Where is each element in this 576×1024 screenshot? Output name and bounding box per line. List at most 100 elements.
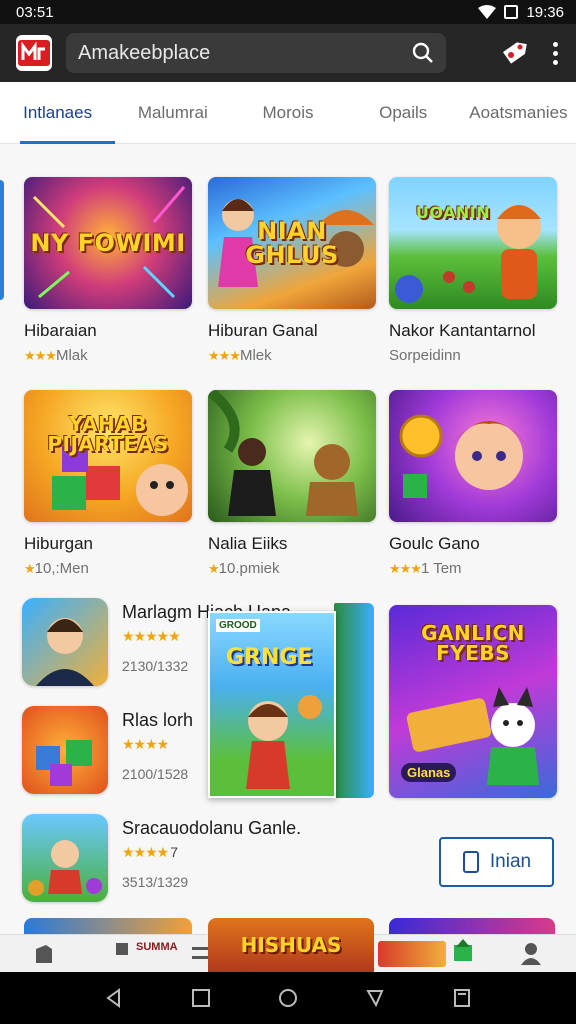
adventure-art <box>28 840 102 896</box>
rating-stars: ★★★ <box>389 561 422 576</box>
appbar-actions <box>499 38 564 69</box>
app-icon[interactable] <box>22 598 108 686</box>
game-thumbnail[interactable]: NY FOWIMI <box>24 177 192 309</box>
app-logo[interactable] <box>16 35 52 71</box>
lock-icon[interactable] <box>114 939 130 959</box>
menu-icon[interactable] <box>192 947 208 959</box>
app-icon[interactable] <box>22 814 108 902</box>
promo-card[interactable]: GANLICN FYEBS Glanas <box>389 605 557 798</box>
game-shelf-icon[interactable] <box>378 941 446 967</box>
battery-icon <box>504 5 519 19</box>
game-card[interactable]: NY FOWIMI Hibaraian ★★★Mlak <box>24 177 192 364</box>
game-name: Hiburgan <box>24 534 93 553</box>
game-name: Nalia Eiiks <box>208 534 288 553</box>
status-clock: 19:36 <box>526 3 564 21</box>
tab-morois[interactable]: Morois <box>230 82 345 144</box>
marketplace-screen: 03:51 19:36 Amakeebplace Intlanaes Malum… <box>0 0 576 1024</box>
search-icon[interactable] <box>412 42 434 64</box>
tab-malumrai[interactable]: Malumrai <box>115 82 230 144</box>
game-rating: ★10.pmiek <box>208 560 376 577</box>
back-icon[interactable] <box>103 987 125 1009</box>
game-name: Hiburan Ganal <box>208 321 318 340</box>
install-button[interactable]: Inian <box>439 837 554 887</box>
game-thumbnail[interactable] <box>389 390 557 522</box>
game-card[interactable]: UOANIN Nakor Kantantarnol Sorpeidinn <box>389 177 557 364</box>
game-thumbnail[interactable]: UOANIN <box>389 177 557 309</box>
device-icon <box>462 851 479 873</box>
game-subtitle: Mlak <box>55 347 88 364</box>
rating-number: 7 <box>170 844 178 860</box>
box-label: GRNGE <box>226 645 313 670</box>
promo-subtitle: Glanas <box>401 763 457 782</box>
list-item-name: Sracauodolanu Ganle. <box>122 818 302 838</box>
game-rating: ★★★Mlak <box>24 347 192 364</box>
game-thumbnail[interactable]: NIAN GHLUS <box>208 177 376 309</box>
square-icon[interactable] <box>190 987 212 1009</box>
tab-intlanaes[interactable]: Intlanaes <box>0 82 116 144</box>
rating-stars: ★★★★ <box>122 736 169 752</box>
overview-icon[interactable] <box>451 987 473 1009</box>
list-item-meta: 3513/1329 <box>122 874 189 890</box>
thumbnail-title: UOANIN <box>415 203 491 222</box>
logo-icon <box>18 40 50 66</box>
tag-icon[interactable] <box>499 38 529 68</box>
download-icon[interactable] <box>452 939 474 963</box>
rating-stars: ★★★ <box>24 348 57 363</box>
thumbnail-title: YAHAB PIJARTEAS <box>47 412 169 456</box>
game-name: Goulc Gano <box>389 534 480 553</box>
game-thumbnail[interactable]: YAHAB PIJARTEAS <box>24 390 192 522</box>
partial-card-center[interactable]: HISHUAS <box>208 918 374 972</box>
install-button-label: Inian <box>489 851 532 872</box>
promo-thumbnail[interactable]: GANLICN FYEBS Glanas <box>389 605 557 798</box>
more-options-icon[interactable] <box>547 38 564 69</box>
rating-stars: ★ <box>24 561 36 576</box>
list-item-meta: 2130/1332 <box>122 658 189 674</box>
wifi-icon <box>478 5 497 19</box>
tab-aoatsmanies[interactable]: Aoatsmanies <box>461 82 576 144</box>
rating-stars: ★ <box>208 561 220 576</box>
game-subtitle: 1 Tem <box>420 560 462 577</box>
girl-art <box>399 414 527 498</box>
search-input[interactable] <box>78 41 398 65</box>
game-subtitle: Mlek <box>239 347 272 364</box>
game-subtitle: 10,:Men <box>34 560 89 577</box>
game-card[interactable]: Nalia Eiiks ★10.pmiek <box>208 390 376 577</box>
game-rating: ★★★Mlek <box>208 347 376 364</box>
game-rating: ★★★1 Tem <box>389 560 557 577</box>
list-item[interactable]: Sracauodolanu Ganle. ★★★★ 7 3513/1329 <box>22 814 332 906</box>
featured-game-box[interactable]: GROOD GRNGE <box>208 603 374 798</box>
game-rating: ★10,:Men <box>24 560 192 577</box>
rating-stars: ★★★ <box>208 348 241 363</box>
list-item-name: Rlas lorh <box>122 710 194 730</box>
app-bar <box>0 24 576 82</box>
bag-icon[interactable] <box>34 943 54 965</box>
thumbnail-title: NIAN GHLUS <box>245 217 339 269</box>
game-card[interactable]: YAHAB PIJARTEAS Hiburgan ★10,:Men <box>24 390 192 577</box>
game-card[interactable]: Goulc Gano ★★★1 Tem <box>389 390 557 577</box>
profile-icon[interactable] <box>520 941 542 965</box>
system-nav-bar <box>0 972 576 1024</box>
box-brand: GROOD <box>216 619 260 632</box>
search-box[interactable] <box>66 33 446 73</box>
blocks-art <box>52 446 188 516</box>
status-icons: 19:36 <box>478 4 564 21</box>
game-name: Hibaraian <box>24 321 97 340</box>
partial-card-title: HISHUAS <box>240 933 342 957</box>
list-item-meta: 2100/1528 <box>122 766 189 782</box>
jungle-art <box>208 390 358 516</box>
rating-stars: ★★★★★ <box>122 628 181 644</box>
man-portrait-art <box>36 618 94 686</box>
status-bar: 03:51 19:36 <box>0 0 576 24</box>
tab-opails[interactable]: Opails <box>346 82 461 144</box>
game-card[interactable]: NIAN GHLUS Hiburan Ganal ★★★Mlek <box>208 177 376 364</box>
home-icon[interactable] <box>277 987 299 1009</box>
recent-apps-icon[interactable] <box>364 987 386 1009</box>
app-icon[interactable] <box>22 706 108 794</box>
rating-stars-glyphs: ★★★★ <box>122 844 169 860</box>
hero-art <box>395 205 541 303</box>
promo-title: GANLICN FYEBS <box>421 621 525 665</box>
game-thumbnail[interactable] <box>208 390 376 522</box>
dice-art <box>36 740 92 786</box>
rating-stars: ★★★★ 7 <box>122 844 178 861</box>
game-name: Nakor Kantantarnol <box>389 321 536 340</box>
